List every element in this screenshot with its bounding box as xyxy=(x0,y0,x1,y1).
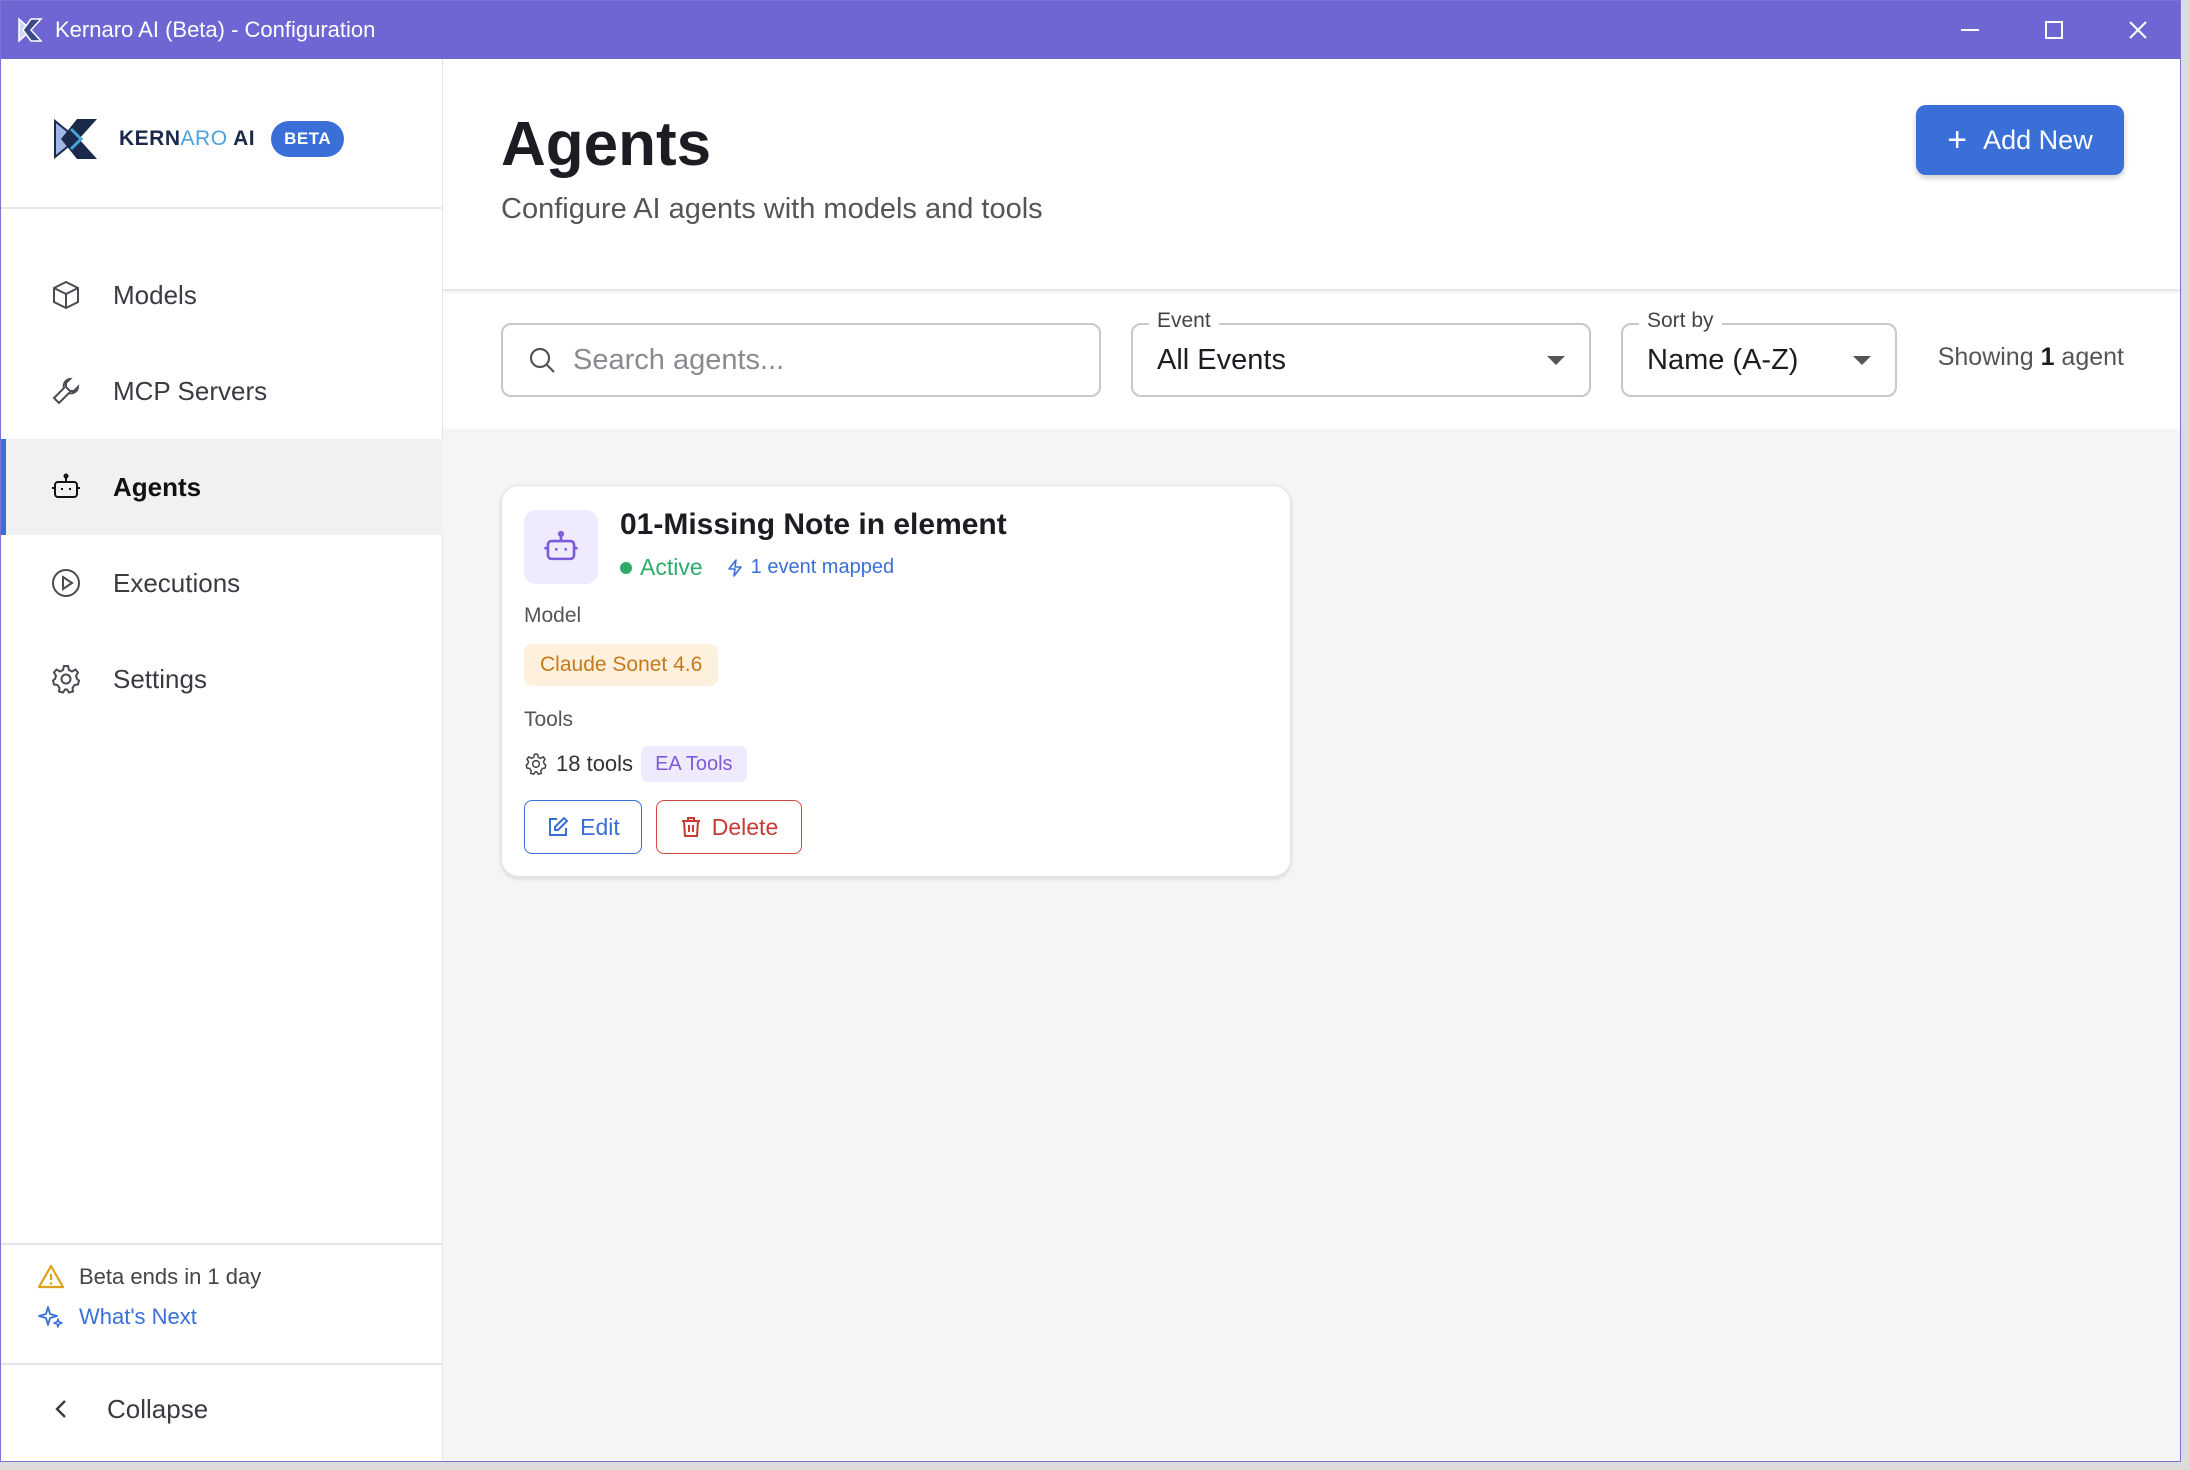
play-circle-icon xyxy=(49,566,83,600)
sidebar-item-executions[interactable]: Executions xyxy=(1,535,443,631)
close-icon xyxy=(2129,21,2147,39)
search-box[interactable] xyxy=(501,323,1101,397)
brand-name: KERNARO AI xyxy=(119,127,256,150)
warning-icon xyxy=(37,1264,65,1289)
search-icon xyxy=(529,347,555,373)
sidebar-item-label: MCP Servers xyxy=(113,375,268,406)
sidebar: KERNARO AI BETA Models MCP Servers Agent… xyxy=(1,59,443,1461)
beta-badge: BETA xyxy=(271,121,345,157)
event-select-label: Event xyxy=(1149,309,1219,333)
event-select[interactable]: Event All Events xyxy=(1131,309,1591,397)
page-header: Agents Configure AI agents with models a… xyxy=(443,59,2180,291)
window-controls xyxy=(1928,1,2180,59)
sidebar-item-label: Models xyxy=(113,279,197,310)
filter-bar: Event All Events Sort by Name (A-Z) Show… xyxy=(443,293,2180,429)
page-title: Agents xyxy=(501,110,712,179)
agent-status-row: Active 1 event mapped xyxy=(620,554,894,581)
trash-icon xyxy=(681,817,700,837)
robot-icon xyxy=(524,510,598,584)
lightning-icon xyxy=(727,558,742,577)
model-label: Model xyxy=(524,604,582,627)
cube-icon xyxy=(49,278,83,312)
app-window: Kernaro AI (Beta) - Configuration KERNAR… xyxy=(0,0,2181,1462)
sidebar-item-label: Agents xyxy=(113,471,202,502)
sidebar-item-label: Settings xyxy=(113,663,207,694)
events-mapped-text: 1 event mapped xyxy=(750,556,895,578)
sort-select[interactable]: Sort by Name (A-Z) xyxy=(1621,309,1897,397)
add-new-button[interactable]: + Add New xyxy=(1916,105,2124,175)
maximize-icon xyxy=(2045,21,2063,39)
beta-notice: Beta ends in 1 day xyxy=(37,1263,261,1291)
sidebar-item-label: Executions xyxy=(113,567,241,598)
sidebar-divider xyxy=(1,1363,443,1365)
collapse-button[interactable]: Collapse xyxy=(49,1381,208,1437)
maximize-button[interactable] xyxy=(2012,1,2096,59)
gear-icon xyxy=(49,662,83,696)
results-count: Showing 1 agent xyxy=(1937,343,2124,371)
window-title: Kernaro AI (Beta) - Configuration xyxy=(55,17,376,42)
chevron-left-icon xyxy=(55,1400,66,1418)
caret-down-icon xyxy=(1853,356,1871,365)
collapse-label: Collapse xyxy=(107,1393,209,1424)
brand-logo[interactable]: KERNARO AI BETA xyxy=(49,107,345,171)
plus-icon: + xyxy=(1947,121,1968,159)
page-subtitle: Configure AI agents with models and tool… xyxy=(501,193,1043,225)
search-input[interactable] xyxy=(573,343,1053,377)
whats-next-link[interactable]: What's Next xyxy=(37,1303,197,1331)
tools-group-chip: EA Tools xyxy=(641,746,747,782)
add-new-label: Add New xyxy=(1983,124,2093,155)
sidebar-nav: Models MCP Servers Agents Executions Set… xyxy=(1,247,443,727)
robot-icon xyxy=(49,470,83,504)
tools-row: 18 tools EA Tools xyxy=(524,746,747,782)
caret-down-icon xyxy=(1547,356,1565,365)
agent-card[interactable]: 01-Missing Note in element Active 1 even… xyxy=(501,485,1291,877)
minimize-icon xyxy=(1961,29,1979,31)
close-button[interactable] xyxy=(2096,1,2180,59)
event-select-value: All Events xyxy=(1157,343,1286,376)
status-dot xyxy=(620,561,632,574)
beta-notice-text: Beta ends in 1 day xyxy=(79,1264,262,1289)
sidebar-item-mcp-servers[interactable]: MCP Servers xyxy=(1,343,443,439)
gear-icon xyxy=(525,753,547,775)
sidebar-divider xyxy=(1,1243,443,1245)
sparkles-icon xyxy=(38,1306,63,1328)
events-mapped-badge: 1 event mapped xyxy=(725,556,894,579)
sidebar-item-agents[interactable]: Agents xyxy=(1,439,443,535)
status-badge: Active xyxy=(640,554,703,580)
delete-button[interactable]: Delete xyxy=(656,800,802,854)
edit-button[interactable]: Edit xyxy=(524,800,642,854)
model-chip: Claude Sonet 4.6 xyxy=(524,644,719,686)
app-logo-icon xyxy=(18,17,43,43)
title-bar[interactable]: Kernaro AI (Beta) - Configuration xyxy=(1,1,2180,59)
whats-next-label: What's Next xyxy=(79,1304,197,1329)
delete-label: Delete xyxy=(711,813,779,840)
tools-count: 18 tools xyxy=(556,751,634,776)
agent-name: 01-Missing Note in element xyxy=(620,508,1007,541)
minimize-button[interactable] xyxy=(1928,1,2012,59)
edit-icon xyxy=(549,817,569,836)
wrench-icon xyxy=(49,374,83,408)
edit-label: Edit xyxy=(580,813,620,840)
sidebar-item-models[interactable]: Models xyxy=(1,247,443,343)
sort-select-value: Name (A-Z) xyxy=(1647,343,1799,376)
kernaro-logo-icon xyxy=(54,118,97,160)
tools-label: Tools xyxy=(524,708,574,731)
sidebar-item-settings[interactable]: Settings xyxy=(1,631,443,727)
sidebar-divider xyxy=(1,207,443,209)
main-content: Agents Configure AI agents with models a… xyxy=(443,59,2180,1461)
sort-select-label: Sort by xyxy=(1639,309,1722,333)
